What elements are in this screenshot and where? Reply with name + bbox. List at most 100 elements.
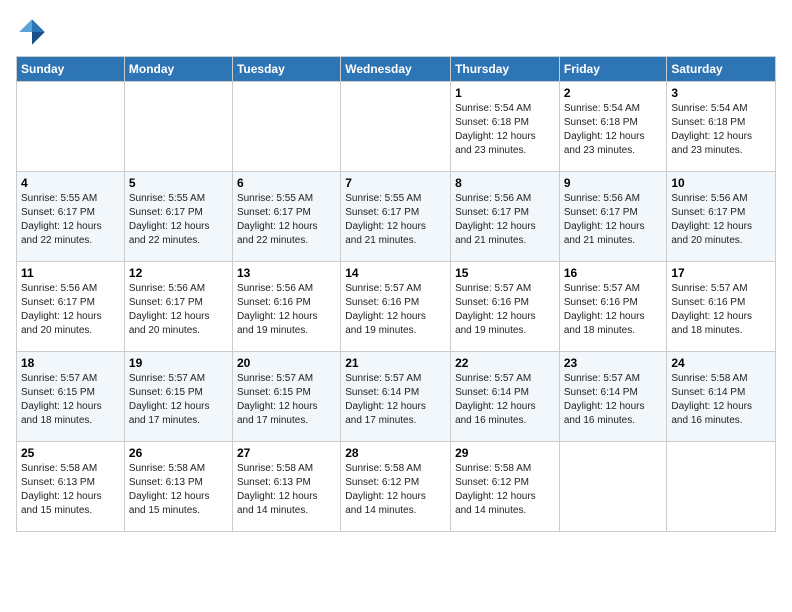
day-number: 9	[564, 176, 663, 190]
col-header-saturday: Saturday	[667, 57, 776, 82]
col-header-friday: Friday	[559, 57, 667, 82]
week-row-2: 4 Sunrise: 5:55 AM Sunset: 6:17 PM Daylig…	[17, 172, 776, 262]
day-number: 11	[21, 266, 120, 280]
day-info: Sunrise: 5:57 AM Sunset: 6:16 PM Dayligh…	[345, 282, 446, 338]
calendar-cell: 4 Sunrise: 5:55 AM Sunset: 6:17 PM Daylig…	[17, 172, 125, 262]
day-info: Sunrise: 5:56 AM Sunset: 6:17 PM Dayligh…	[564, 192, 663, 248]
calendar-cell: 1 Sunrise: 5:54 AM Sunset: 6:18 PM Daylig…	[451, 82, 560, 172]
calendar-body: 1 Sunrise: 5:54 AM Sunset: 6:18 PM Daylig…	[17, 82, 776, 532]
day-info: Sunrise: 5:57 AM Sunset: 6:15 PM Dayligh…	[237, 372, 336, 428]
calendar-cell: 26 Sunrise: 5:58 AM Sunset: 6:13 PM Dayli…	[124, 442, 232, 532]
day-info: Sunrise: 5:56 AM Sunset: 6:17 PM Dayligh…	[455, 192, 555, 248]
calendar-cell: 27 Sunrise: 5:58 AM Sunset: 6:13 PM Dayli…	[232, 442, 340, 532]
day-number: 23	[564, 356, 663, 370]
calendar-cell: 13Sunrise: 5:56 AM Sunset: 6:16 PM Dayli…	[232, 262, 340, 352]
day-info: Sunrise: 5:55 AM Sunset: 6:17 PM Dayligh…	[129, 192, 228, 248]
calendar-cell: 16 Sunrise: 5:57 AM Sunset: 6:16 PM Dayli…	[559, 262, 667, 352]
day-info: Sunrise: 5:54 AM Sunset: 6:18 PM Dayligh…	[564, 102, 663, 158]
day-info: Sunrise: 5:58 AM Sunset: 6:13 PM Dayligh…	[21, 462, 120, 518]
day-number: 14	[345, 266, 446, 280]
week-row-4: 18 Sunrise: 5:57 AM Sunset: 6:15 PM Dayli…	[17, 352, 776, 442]
week-row-5: 25 Sunrise: 5:58 AM Sunset: 6:13 PM Dayli…	[17, 442, 776, 532]
day-info: Sunrise: 5:55 AM Sunset: 6:17 PM Dayligh…	[345, 192, 446, 248]
col-header-thursday: Thursday	[451, 57, 560, 82]
day-number: 25	[21, 446, 120, 460]
day-info: Sunrise: 5:57 AM Sunset: 6:14 PM Dayligh…	[564, 372, 663, 428]
day-number: 19	[129, 356, 228, 370]
page-header	[16, 16, 776, 48]
day-number: 28	[345, 446, 446, 460]
calendar-cell	[667, 442, 776, 532]
col-header-tuesday: Tuesday	[232, 57, 340, 82]
day-info: Sunrise: 5:56 AM Sunset: 6:17 PM Dayligh…	[21, 282, 120, 338]
day-number: 15	[455, 266, 555, 280]
day-number: 13	[237, 266, 336, 280]
day-number: 2	[564, 86, 663, 100]
day-number: 29	[455, 446, 555, 460]
day-info: Sunrise: 5:58 AM Sunset: 6:13 PM Dayligh…	[237, 462, 336, 518]
day-info: Sunrise: 5:58 AM Sunset: 6:13 PM Dayligh…	[129, 462, 228, 518]
day-info: Sunrise: 5:58 AM Sunset: 6:14 PM Dayligh…	[671, 372, 771, 428]
calendar-cell: 14 Sunrise: 5:57 AM Sunset: 6:16 PM Dayli…	[341, 262, 451, 352]
day-number: 5	[129, 176, 228, 190]
day-number: 24	[671, 356, 771, 370]
calendar-cell: 22Sunrise: 5:57 AM Sunset: 6:14 PM Dayli…	[451, 352, 560, 442]
calendar-cell: 12Sunrise: 5:56 AM Sunset: 6:17 PM Dayli…	[124, 262, 232, 352]
day-number: 21	[345, 356, 446, 370]
calendar-cell: 2 Sunrise: 5:54 AM Sunset: 6:18 PM Daylig…	[559, 82, 667, 172]
calendar-cell: 11 Sunrise: 5:56 AM Sunset: 6:17 PM Dayli…	[17, 262, 125, 352]
col-header-wednesday: Wednesday	[341, 57, 451, 82]
calendar-cell: 18 Sunrise: 5:57 AM Sunset: 6:15 PM Dayli…	[17, 352, 125, 442]
calendar-cell	[17, 82, 125, 172]
day-info: Sunrise: 5:57 AM Sunset: 6:15 PM Dayligh…	[129, 372, 228, 428]
week-row-3: 11 Sunrise: 5:56 AM Sunset: 6:17 PM Dayli…	[17, 262, 776, 352]
calendar-cell	[559, 442, 667, 532]
day-number: 27	[237, 446, 336, 460]
calendar-cell: 10Sunrise: 5:56 AM Sunset: 6:17 PM Dayli…	[667, 172, 776, 262]
calendar-cell: 9 Sunrise: 5:56 AM Sunset: 6:17 PM Daylig…	[559, 172, 667, 262]
day-info: Sunrise: 5:57 AM Sunset: 6:14 PM Dayligh…	[455, 372, 555, 428]
day-number: 26	[129, 446, 228, 460]
day-info: Sunrise: 5:55 AM Sunset: 6:17 PM Dayligh…	[21, 192, 120, 248]
day-info: Sunrise: 5:54 AM Sunset: 6:18 PM Dayligh…	[671, 102, 771, 158]
day-number: 1	[455, 86, 555, 100]
calendar-cell: 23 Sunrise: 5:57 AM Sunset: 6:14 PM Dayli…	[559, 352, 667, 442]
calendar-cell: 5 Sunrise: 5:55 AM Sunset: 6:17 PM Daylig…	[124, 172, 232, 262]
day-info: Sunrise: 5:57 AM Sunset: 6:16 PM Dayligh…	[564, 282, 663, 338]
header-row: SundayMondayTuesdayWednesdayThursdayFrid…	[17, 57, 776, 82]
logo-icon	[16, 16, 48, 48]
col-header-sunday: Sunday	[17, 57, 125, 82]
day-info: Sunrise: 5:57 AM Sunset: 6:16 PM Dayligh…	[671, 282, 771, 338]
calendar-header: SundayMondayTuesdayWednesdayThursdayFrid…	[17, 57, 776, 82]
calendar-cell: 28 Sunrise: 5:58 AM Sunset: 6:12 PM Dayli…	[341, 442, 451, 532]
calendar-cell: 15 Sunrise: 5:57 AM Sunset: 6:16 PM Dayli…	[451, 262, 560, 352]
calendar-table: SundayMondayTuesdayWednesdayThursdayFrid…	[16, 56, 776, 532]
calendar-cell: 29Sunrise: 5:58 AM Sunset: 6:12 PM Dayli…	[451, 442, 560, 532]
calendar-cell: 8 Sunrise: 5:56 AM Sunset: 6:17 PM Daylig…	[451, 172, 560, 262]
calendar-cell: 20 Sunrise: 5:57 AM Sunset: 6:15 PM Dayli…	[232, 352, 340, 442]
calendar-cell: 24 Sunrise: 5:58 AM Sunset: 6:14 PM Dayli…	[667, 352, 776, 442]
calendar-cell: 21Sunrise: 5:57 AM Sunset: 6:14 PM Dayli…	[341, 352, 451, 442]
day-info: Sunrise: 5:55 AM Sunset: 6:17 PM Dayligh…	[237, 192, 336, 248]
calendar-cell: 17Sunrise: 5:57 AM Sunset: 6:16 PM Dayli…	[667, 262, 776, 352]
day-number: 8	[455, 176, 555, 190]
calendar-cell	[232, 82, 340, 172]
week-row-1: 1 Sunrise: 5:54 AM Sunset: 6:18 PM Daylig…	[17, 82, 776, 172]
calendar-cell	[124, 82, 232, 172]
day-number: 4	[21, 176, 120, 190]
day-info: Sunrise: 5:58 AM Sunset: 6:12 PM Dayligh…	[345, 462, 446, 518]
day-number: 6	[237, 176, 336, 190]
day-number: 3	[671, 86, 771, 100]
day-info: Sunrise: 5:54 AM Sunset: 6:18 PM Dayligh…	[455, 102, 555, 158]
day-info: Sunrise: 5:57 AM Sunset: 6:16 PM Dayligh…	[455, 282, 555, 338]
day-number: 20	[237, 356, 336, 370]
col-header-monday: Monday	[124, 57, 232, 82]
calendar-cell: 6 Sunrise: 5:55 AM Sunset: 6:17 PM Daylig…	[232, 172, 340, 262]
calendar-cell: 25 Sunrise: 5:58 AM Sunset: 6:13 PM Dayli…	[17, 442, 125, 532]
day-number: 12	[129, 266, 228, 280]
day-number: 18	[21, 356, 120, 370]
day-info: Sunrise: 5:57 AM Sunset: 6:15 PM Dayligh…	[21, 372, 120, 428]
calendar-cell: 19 Sunrise: 5:57 AM Sunset: 6:15 PM Dayli…	[124, 352, 232, 442]
calendar-cell	[341, 82, 451, 172]
day-number: 16	[564, 266, 663, 280]
